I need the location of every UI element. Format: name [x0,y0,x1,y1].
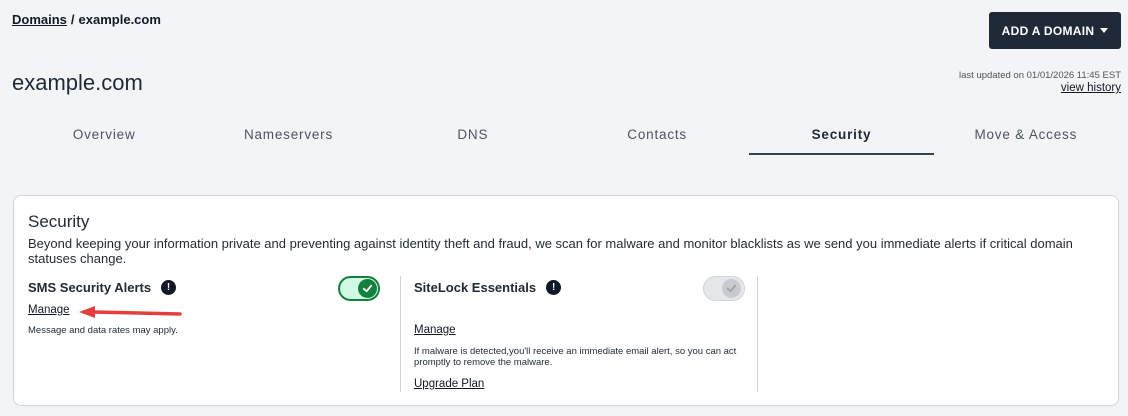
sitelock-toggle[interactable] [703,276,745,301]
info-icon[interactable]: ! [161,279,177,295]
tab-dns[interactable]: DNS [381,120,565,156]
sms-alerts-toggle[interactable] [338,276,380,301]
annotation-arrow-icon [79,306,182,318]
upgrade-plan-link[interactable]: Upgrade Plan [414,378,484,390]
sms-rates-note: Message and data rates may apply. [28,325,178,336]
security-title: Security [28,212,90,231]
sms-alerts-title: SMS Security Alerts [28,279,152,295]
tab-move-access[interactable]: Move & Access [934,120,1118,156]
add-domain-button[interactable]: ADD A DOMAIN [989,12,1121,49]
security-card: Security Beyond keeping your information… [13,195,1119,406]
last-updated-text: last updated on 01/01/2026 11:45 EST [959,70,1121,81]
sms-manage-link[interactable]: Manage [28,304,70,316]
breadcrumb-separator: / [70,12,75,27]
sms-alerts-section: SMS Security Alerts ! Manage Message and… [28,276,380,336]
toggle-knob [722,279,741,298]
sms-alerts-heading: SMS Security Alerts ! [28,278,380,296]
check-icon [362,284,373,293]
sitelock-section: SiteLock Essentials ! Manage If malware … [400,276,758,392]
caret-down-icon [1100,28,1109,33]
tab-nameservers[interactable]: Nameservers [196,120,380,156]
check-icon [726,284,737,293]
toggle-knob [358,279,377,298]
sitelock-manage-link[interactable]: Manage [414,324,456,336]
tab-bar: Overview Nameservers DNS Contacts Securi… [12,120,1118,156]
view-history-link[interactable]: view history [1061,82,1121,94]
tab-overview[interactable]: Overview [12,120,196,156]
breadcrumb: Domains / example.com [12,12,161,27]
tab-contacts[interactable]: Contacts [565,120,749,156]
sitelock-title: SiteLock Essentials [414,279,537,295]
breadcrumb-domains-link[interactable]: Domains [12,12,67,27]
tab-security[interactable]: Security [749,120,934,156]
add-domain-label: ADD A DOMAIN [1001,23,1095,38]
info-icon[interactable]: ! [546,279,562,295]
breadcrumb-current: example.com [78,12,161,27]
page-title: example.com [12,70,143,95]
security-description: Beyond keeping your information private … [28,236,1073,266]
sitelock-malware-note: If malware is detected,you'll receive an… [414,346,737,368]
